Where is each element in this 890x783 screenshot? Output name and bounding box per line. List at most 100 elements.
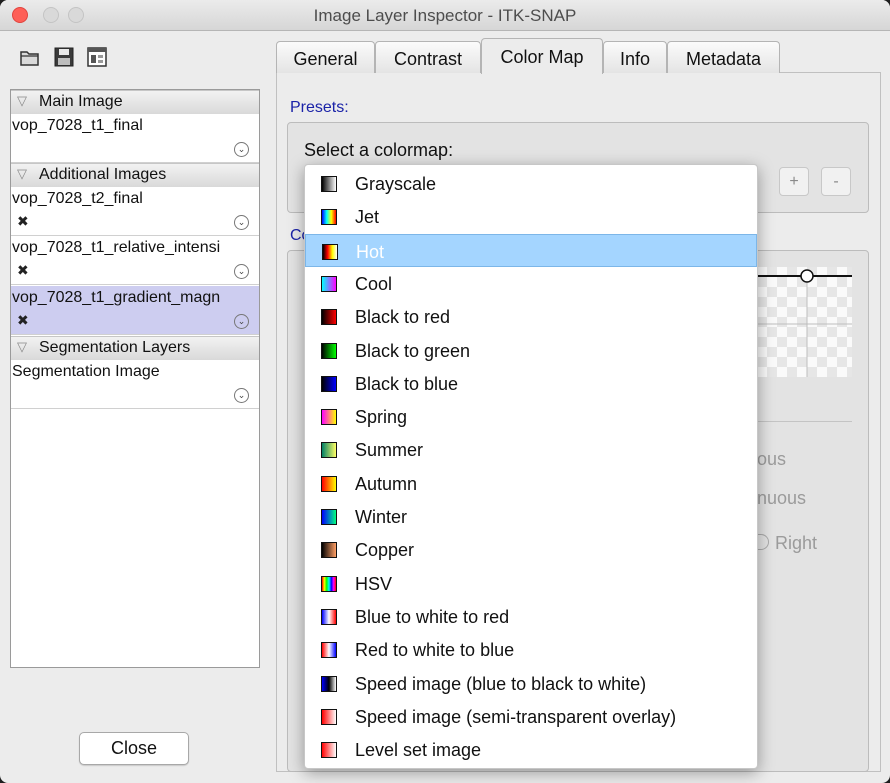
colormap-swatch-icon xyxy=(321,409,337,426)
presets-section-label: Presets: xyxy=(290,99,349,116)
layer-list-panel: ▽ Main Image vop_7028_t1_final ⌄ ▽ Addit… xyxy=(10,89,260,668)
layer-item[interactable]: Segmentation Image ⌄ xyxy=(11,360,259,409)
window-title: Image Layer Inspector - ITK-SNAP xyxy=(313,6,577,25)
colormap-option-label: Speed image (semi-transparent overlay) xyxy=(355,706,677,727)
group-additional-images[interactable]: ▽ Additional Images xyxy=(11,163,259,188)
colormap-swatch-icon xyxy=(321,375,337,392)
colormap-option-label: Red to white to blue xyxy=(355,640,515,661)
select-colormap-label: Select a colormap: xyxy=(304,140,454,160)
group-segmentation-layers[interactable]: ▽ Segmentation Layers xyxy=(11,336,259,361)
colormap-option-label: Level set image xyxy=(355,740,482,761)
partial-label: nuous xyxy=(757,488,807,508)
layer-name: vop_7028_t1_relative_intensi xyxy=(12,239,221,256)
colormap-swatch-icon xyxy=(321,708,337,725)
divider xyxy=(757,421,852,422)
colormap-option[interactable]: Black to red xyxy=(305,300,757,333)
title-bar: Image Layer Inspector - ITK-SNAP xyxy=(0,0,890,31)
colormap-swatch-icon xyxy=(322,243,338,260)
close-button[interactable]: Close xyxy=(79,732,189,765)
colormap-option-label: Winter xyxy=(355,507,408,527)
layer-item[interactable]: vop_7028_t2_final ✖ ⌄ xyxy=(11,187,259,236)
save-icon[interactable] xyxy=(53,46,75,68)
tab-general[interactable]: General xyxy=(276,41,375,73)
chevron-down-icon[interactable]: ⌄ xyxy=(234,215,249,230)
colormap-swatch-icon xyxy=(321,275,337,292)
pin-icon[interactable]: ✖ xyxy=(17,262,29,279)
colormap-swatch-icon xyxy=(321,509,337,525)
colormap-option[interactable]: Black to blue xyxy=(305,367,757,400)
add-preset-button[interactable]: + xyxy=(779,167,809,196)
layer-name: vop_7028_t2_final xyxy=(12,190,143,207)
colormap-swatch-icon xyxy=(321,542,337,559)
chevron-down-icon[interactable]: ⌄ xyxy=(234,142,249,157)
partial-label: ous xyxy=(757,449,787,469)
colormap-option[interactable]: Hot xyxy=(305,233,757,267)
colormap-option-label: Blue to white to red xyxy=(355,606,510,627)
colormap-option-label: HSV xyxy=(355,573,393,594)
colormap-option[interactable]: Jet xyxy=(305,200,757,233)
colormap-option-label: Cool xyxy=(355,273,393,294)
collapse-triangle-icon: ▽ xyxy=(17,166,27,181)
layer-name: vop_7028_t1_final xyxy=(12,117,143,134)
chevron-down-icon[interactable]: ⌄ xyxy=(234,264,249,279)
colormap-swatch-icon xyxy=(321,575,337,592)
colormap-option[interactable]: Spring xyxy=(305,400,757,433)
colormap-option[interactable]: Summer xyxy=(305,433,757,466)
colormap-swatch-icon xyxy=(321,475,337,492)
colormap-option[interactable]: Cool xyxy=(305,267,757,300)
colormap-option-label: Black to red xyxy=(355,307,451,328)
colormap-option-label: Summer xyxy=(355,440,424,461)
right-radio[interactable]: Right xyxy=(756,533,817,554)
tab-metadata[interactable]: Metadata xyxy=(667,41,780,73)
colormap-option-label: Jet xyxy=(355,207,380,228)
collapse-triangle-icon: ▽ xyxy=(17,93,27,108)
colormap-option[interactable]: Winter xyxy=(305,500,757,533)
chevron-down-icon[interactable]: ⌄ xyxy=(234,388,249,403)
colormap-curve xyxy=(757,269,852,377)
colormap-swatch-icon xyxy=(321,608,337,625)
tab-info[interactable]: Info xyxy=(603,41,667,73)
colormap-option[interactable]: HSV xyxy=(305,567,757,600)
layer-item-selected[interactable]: vop_7028_t1_gradient_magn ✖ ⌄ xyxy=(11,286,259,335)
pin-icon[interactable]: ✖ xyxy=(17,213,29,230)
colormap-option[interactable]: Black to green xyxy=(305,334,757,367)
pin-icon[interactable]: ✖ xyxy=(17,312,29,329)
colormap-option[interactable]: Red to white to blue xyxy=(305,633,757,666)
open-folder-icon[interactable] xyxy=(19,46,41,68)
colormap-swatch-icon xyxy=(321,209,337,226)
colormap-option-label: Black to blue xyxy=(355,373,459,394)
colormap-swatch-icon xyxy=(321,675,337,692)
colormap-curve-canvas[interactable] xyxy=(757,267,852,377)
colormap-swatch-icon xyxy=(321,342,337,359)
inspector-window: Image Layer Inspector - ITK-SNAP ▽ Main … xyxy=(0,0,890,783)
colormap-option[interactable]: Speed image (blue to black to white) xyxy=(305,667,757,700)
tab-contrast[interactable]: Contrast xyxy=(375,41,481,73)
control-point-handle[interactable] xyxy=(800,269,814,283)
colormap-option-label: Black to green xyxy=(355,340,471,361)
remove-preset-button[interactable]: - xyxy=(821,167,851,196)
colormap-option[interactable]: Grayscale xyxy=(305,167,757,200)
colormap-option[interactable]: Blue to white to red xyxy=(305,600,757,633)
colormap-swatch-icon xyxy=(321,176,337,192)
layer-name: vop_7028_t1_gradient_magn xyxy=(12,289,221,306)
tab-color-map[interactable]: Color Map xyxy=(481,38,603,74)
chevron-down-icon[interactable]: ⌄ xyxy=(234,314,249,329)
colormap-option-label: Hot xyxy=(356,241,385,262)
layer-item[interactable]: vop_7028_t1_relative_intensi ✖ ⌄ xyxy=(11,236,259,285)
group-main-image[interactable]: ▽ Main Image xyxy=(11,90,259,115)
colormap-option-label: Autumn xyxy=(355,473,418,494)
colormap-option[interactable]: Copper xyxy=(305,533,757,566)
colormap-dropdown-menu[interactable]: Grayscale Jet Hot Cool Black to red Black to … xyxy=(304,164,758,769)
colormap-option[interactable]: Autumn xyxy=(305,467,757,500)
colormap-option[interactable]: Speed image (semi-transparent overlay) xyxy=(305,700,757,733)
layer-name: Segmentation Image xyxy=(12,363,160,380)
layout-icon[interactable] xyxy=(86,46,108,68)
collapse-triangle-icon: ▽ xyxy=(17,339,27,354)
colormap-option[interactable]: Level set image xyxy=(305,733,757,766)
layer-item[interactable]: vop_7028_t1_final ⌄ xyxy=(11,114,259,163)
colormap-option-label: Spring xyxy=(355,407,408,428)
colormap-option-label: Grayscale xyxy=(355,174,437,194)
colormap-swatch-icon xyxy=(321,742,337,759)
colormap-option-label: Speed image (blue to black to white) xyxy=(355,673,647,694)
colormap-option-label: Copper xyxy=(355,540,415,561)
